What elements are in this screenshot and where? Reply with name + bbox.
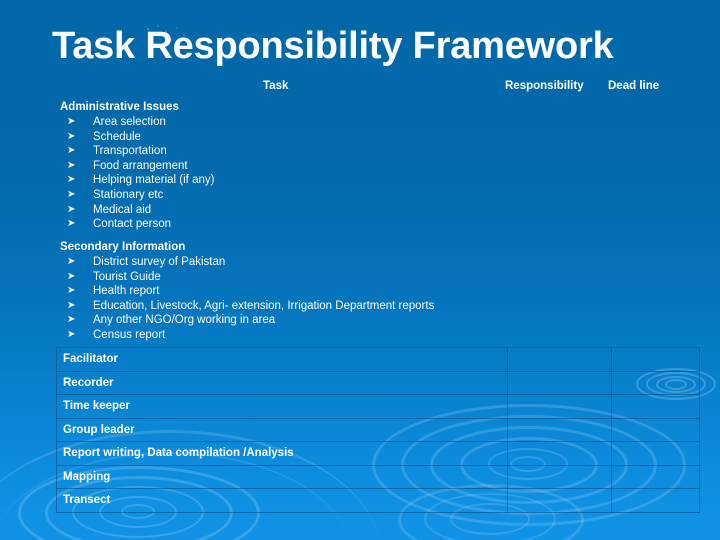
list-item-label: Any other NGO/Org working in area xyxy=(93,314,276,327)
bullet-list: ➤ Area selection ➤ Schedule ➤ Transportatio… xyxy=(60,115,660,232)
arrow-bullet-icon: ➤ xyxy=(67,145,76,157)
column-header-responsibility: Responsibility xyxy=(505,80,584,92)
list-item-label: Health report xyxy=(93,285,160,298)
list-item: ➤ Education, Livestock, Agri- extension, … xyxy=(60,299,660,314)
arrow-bullet-icon: ➤ xyxy=(67,285,76,297)
list-item-label: Tourist Guide xyxy=(93,270,161,283)
list-item: ➤ Helping material (if any) xyxy=(60,173,660,188)
table-cell-deadline[interactable] xyxy=(611,441,700,466)
table-cell-responsibility[interactable] xyxy=(507,441,612,466)
table-cell-responsibility[interactable] xyxy=(507,371,612,395)
list-item: ➤ Transportation xyxy=(60,144,660,159)
table-cell-task[interactable]: Facilitator xyxy=(56,347,508,372)
arrow-bullet-icon: ➤ xyxy=(67,188,76,200)
arrow-bullet-icon: ➤ xyxy=(67,130,76,142)
list-item-label: District survey of Pakistan xyxy=(93,256,226,268)
task-responsibility-table: Facilitator Recorder Time keeper Group l… xyxy=(56,347,700,513)
table-cell-responsibility[interactable] xyxy=(507,347,612,372)
column-header-task: Task xyxy=(263,80,289,92)
arrow-bullet-icon: ➤ xyxy=(67,299,76,311)
arrow-bullet-icon: ➤ xyxy=(67,328,76,340)
list-item-label: Stationary etc xyxy=(93,188,164,201)
table-cell-responsibility[interactable] xyxy=(507,394,612,419)
list-item: ➤ Any other NGO/Org working in area xyxy=(60,313,660,328)
list-item-label: Transportation xyxy=(93,145,167,158)
table-row: Recorder xyxy=(56,371,700,395)
list-item: ➤ Health report xyxy=(60,284,660,299)
table-cell-responsibility[interactable] xyxy=(507,418,612,442)
arrow-bullet-icon: ➤ xyxy=(67,270,76,282)
list-item: ➤ Food arrangement xyxy=(60,159,660,174)
table-cell-deadline[interactable] xyxy=(611,465,700,489)
bullet-group-heading: Administrative Issues xyxy=(60,101,179,113)
list-item-label: Food arrangement xyxy=(93,159,188,172)
list-item: ➤ Tourist Guide xyxy=(60,270,660,285)
table-cell-deadline[interactable] xyxy=(611,394,700,419)
table-row: Time keeper xyxy=(56,394,700,419)
bullet-group-heading: Secondary Information xyxy=(60,241,186,253)
table-cell-responsibility[interactable] xyxy=(507,465,612,489)
list-item-label: Census report xyxy=(93,328,166,341)
slide-canvas: Task Responsibility Framework Task Respo… xyxy=(0,0,720,540)
list-item-label: Helping material (if any) xyxy=(93,174,215,187)
arrow-bullet-icon: ➤ xyxy=(67,314,76,326)
table-row: Facilitator xyxy=(56,347,700,372)
list-item-label: Schedule xyxy=(93,130,141,143)
list-item: ➤ District survey of Pakistan xyxy=(60,255,660,270)
column-header-deadline: Dead line xyxy=(608,80,660,92)
table-cell-deadline[interactable] xyxy=(611,347,700,372)
table-cell-deadline[interactable] xyxy=(611,371,700,395)
bullet-group-administrative-issues: Administrative Issues ➤ Area selection ➤ S… xyxy=(60,101,660,232)
list-item-label: Education, Livestock, Agri- extension, I… xyxy=(93,299,435,312)
list-item: ➤ Schedule xyxy=(60,130,660,145)
bullet-group-secondary-information: Secondary Information ➤ District survey o… xyxy=(60,241,660,343)
table-row: Mapping xyxy=(56,465,700,489)
list-item: ➤ Area selection xyxy=(60,115,660,130)
table-cell-deadline[interactable] xyxy=(611,488,700,513)
bullet-list: ➤ District survey of Pakistan ➤ Tourist Gu… xyxy=(60,255,660,343)
table-cell-task[interactable]: Recorder xyxy=(56,371,508,395)
list-item: ➤ Contact person xyxy=(60,217,660,232)
table-cell-task[interactable]: Group leader xyxy=(56,418,508,442)
arrow-bullet-icon: ➤ xyxy=(67,116,76,127)
arrow-bullet-icon: ➤ xyxy=(67,218,76,230)
table-cell-task[interactable]: Mapping xyxy=(56,465,508,489)
list-item-label: Contact person xyxy=(93,218,171,231)
page-title: Task Responsibility Framework xyxy=(52,25,614,67)
table-cell-task[interactable]: Transect xyxy=(56,488,508,513)
arrow-bullet-icon: ➤ xyxy=(67,174,76,186)
table-row: Transect xyxy=(56,488,700,513)
list-item-label: Medical aid xyxy=(93,203,152,216)
table-row: Group leader xyxy=(56,418,700,442)
arrow-bullet-icon: ➤ xyxy=(67,159,76,171)
list-item: ➤ Stationary etc xyxy=(60,188,660,203)
list-item-label: Area selection xyxy=(93,116,166,128)
list-item: ➤ Census report xyxy=(60,328,660,343)
table-cell-deadline[interactable] xyxy=(611,418,700,442)
table-cell-task[interactable]: Time keeper xyxy=(56,394,508,419)
table-cell-task[interactable]: Report writing, Data compilation /Analys… xyxy=(56,441,508,466)
table-cell-responsibility[interactable] xyxy=(507,488,612,513)
table-row: Report writing, Data compilation /Analys… xyxy=(56,441,700,466)
list-item: ➤ Medical aid xyxy=(60,203,660,218)
arrow-bullet-icon: ➤ xyxy=(67,203,76,215)
arrow-bullet-icon: ➤ xyxy=(67,256,76,267)
